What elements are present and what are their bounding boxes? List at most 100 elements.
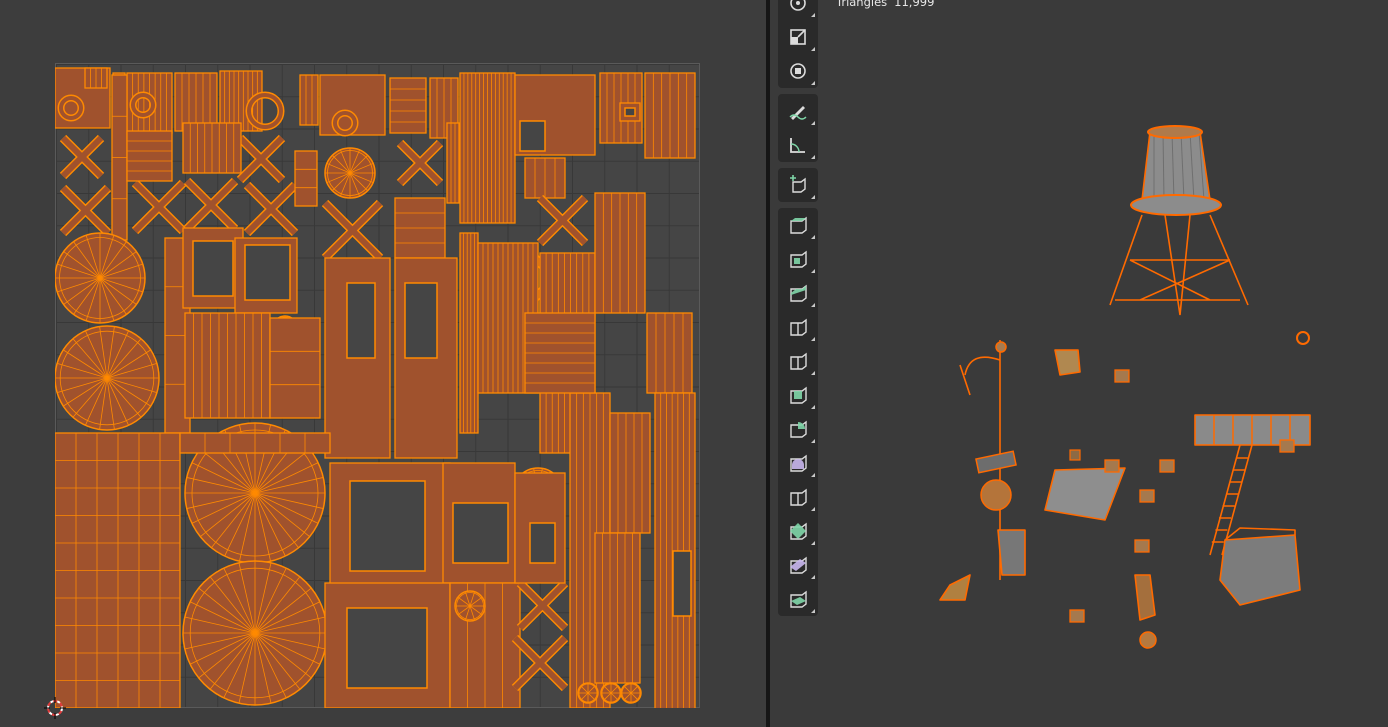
knife-icon: [790, 352, 807, 370]
tool-shelf: [778, 0, 818, 622]
scene-prop: [1069, 449, 1081, 461]
measure-icon: [790, 138, 805, 153]
tool-group: [778, 94, 818, 162]
uv-island: [446, 122, 460, 204]
rip-region-icon: [790, 590, 807, 608]
loop-cut-icon: [790, 318, 807, 336]
tool-group: [778, 0, 818, 88]
add-cube-tool-button[interactable]: [778, 168, 818, 202]
edge-slide-icon: [790, 488, 807, 506]
submenu-indicator: [811, 235, 815, 239]
sign: [1054, 349, 1081, 376]
scene-prop: [1104, 459, 1120, 473]
uv-hole: [672, 550, 692, 617]
tool-group: [778, 168, 818, 202]
rip-region-tool-button[interactable]: [778, 582, 818, 616]
scene-statistics: Triangles 11,999: [836, 0, 941, 9]
scene-prop: [1069, 609, 1085, 623]
uv-island: [126, 130, 173, 182]
scene-objects[interactable]: [910, 110, 1330, 670]
measure-tool-button[interactable]: [778, 128, 818, 162]
transform-tool-button[interactable]: [778, 54, 818, 88]
submenu-indicator: [811, 269, 815, 273]
uv-hole: [346, 607, 428, 689]
submenu-indicator: [811, 303, 815, 307]
scene-prop: [1296, 331, 1310, 345]
uv-hole: [346, 282, 376, 359]
tool-group: [778, 208, 818, 616]
uv-hole: [529, 522, 556, 564]
shrink-fatten-icon: [790, 522, 807, 540]
uv-island: [294, 150, 318, 207]
bevel-tool-button[interactable]: [778, 276, 818, 310]
inset-faces-icon: [790, 250, 807, 268]
submenu-indicator: [811, 13, 815, 17]
scene-prop: [1279, 439, 1295, 453]
shear-tool-button[interactable]: [778, 548, 818, 582]
scene-prop: [1114, 369, 1130, 383]
add-cube-icon: [790, 175, 806, 193]
scene-prop: [1159, 459, 1175, 473]
submenu-indicator: [811, 439, 815, 443]
submenu-indicator: [811, 155, 815, 159]
uv-island: [609, 412, 651, 534]
annotate-icon: [789, 106, 807, 120]
submenu-indicator: [811, 473, 815, 477]
uv-editor[interactable]: [0, 0, 766, 727]
uv-hole: [404, 282, 438, 359]
fire-hydrant: [1134, 574, 1156, 621]
extrude-region-tool-button[interactable]: [778, 208, 818, 242]
smooth-vertices-tool-button[interactable]: [778, 446, 818, 480]
spin-icon: [790, 420, 807, 438]
mailbox: [997, 529, 1026, 576]
submenu-indicator: [811, 609, 815, 613]
uv-island: [299, 74, 319, 126]
smooth-vertices-icon: [790, 454, 807, 472]
uv-island: [646, 312, 693, 394]
submenu-indicator: [811, 507, 815, 511]
spin-tool-button[interactable]: [778, 412, 818, 446]
ramp: [1044, 467, 1126, 521]
scene-prop: [1134, 539, 1150, 553]
triangles-label: Triangles: [836, 0, 888, 9]
triangles-count: 11,999: [894, 0, 935, 9]
3d-viewport[interactable]: Triangles 11,999: [770, 0, 1388, 727]
uv-hole: [519, 120, 546, 152]
knife-tool-button[interactable]: [778, 344, 818, 378]
inset-faces-tool-button[interactable]: [778, 242, 818, 276]
transform-icon: [790, 63, 806, 79]
uv-hole: [349, 480, 426, 572]
dumpster: [1219, 534, 1301, 606]
scale-icon: [790, 29, 806, 45]
scene-prop: [1139, 489, 1155, 503]
submenu-indicator: [811, 371, 815, 375]
rotate-tool-button[interactable]: [778, 0, 818, 20]
submenu-indicator: [811, 405, 815, 409]
uv-island: [389, 77, 427, 134]
rotate-icon: [790, 0, 806, 11]
submenu-indicator: [811, 541, 815, 545]
submenu-indicator: [811, 81, 815, 85]
3d-cursor-icon[interactable]: [44, 697, 66, 719]
bevel-icon: [790, 284, 807, 302]
scale-tool-button[interactable]: [778, 20, 818, 54]
submenu-indicator: [811, 121, 815, 125]
shrink-fatten-tool-button[interactable]: [778, 514, 818, 548]
uv-hole: [192, 240, 234, 297]
submenu-indicator: [811, 337, 815, 341]
loop-cut-tool-button[interactable]: [778, 310, 818, 344]
traffic-cone: [939, 574, 971, 601]
submenu-indicator: [811, 195, 815, 199]
uv-islands[interactable]: [55, 63, 700, 708]
submenu-indicator: [811, 47, 815, 51]
uv-hole: [624, 107, 636, 117]
poly-build-tool-button[interactable]: [778, 378, 818, 412]
shear-icon: [790, 556, 807, 574]
annotate-tool-button[interactable]: [778, 94, 818, 128]
poly-build-icon: [790, 386, 807, 404]
edge-slide-tool-button[interactable]: [778, 480, 818, 514]
uv-hole: [244, 244, 291, 301]
extrude-region-icon: [790, 216, 807, 234]
submenu-indicator: [811, 575, 815, 579]
uv-hole: [452, 502, 509, 564]
